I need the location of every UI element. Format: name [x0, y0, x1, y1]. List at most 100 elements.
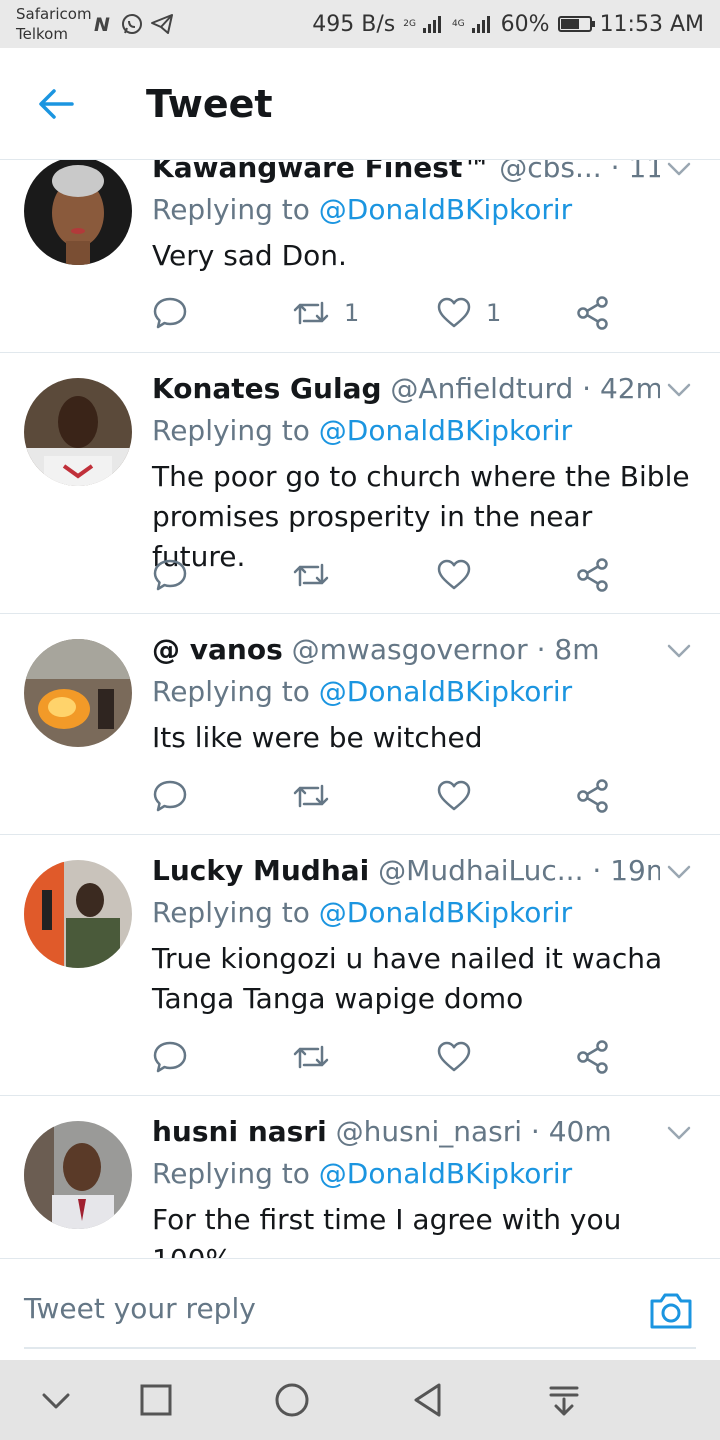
reply-button[interactable] — [152, 1037, 188, 1077]
replying-to: Replying to @DonaldBKipkorir — [152, 1156, 572, 1192]
display-name[interactable]: Kawangware Finest™ — [152, 160, 490, 184]
network-type-1: 2G — [403, 19, 416, 29]
retweet-icon — [293, 784, 329, 808]
reply-button[interactable] — [152, 555, 188, 595]
hide-nav-chevron-icon[interactable] — [36, 1380, 76, 1420]
reply-input[interactable]: Tweet your reply — [24, 1287, 624, 1331]
telegram-icon — [151, 14, 173, 34]
share-button[interactable] — [576, 293, 610, 333]
reply-icon — [153, 297, 187, 329]
share-button[interactable] — [576, 1037, 610, 1077]
mention-link[interactable]: @DonaldBKipkorir — [319, 675, 572, 708]
avatar[interactable] — [24, 1121, 132, 1229]
status-bar: Safaricom Telkom N 495 B/s 2G 4G 60% 11:… — [0, 0, 720, 48]
whatsapp-icon — [122, 14, 142, 34]
share-icon — [577, 296, 608, 330]
user-handle[interactable]: @mwasgovernor — [292, 633, 528, 666]
tweet-actions — [152, 555, 622, 595]
battery-icon — [557, 16, 595, 32]
timestamp: 19m — [610, 854, 660, 887]
replying-to-label: Replying to — [152, 896, 310, 929]
reply-feed[interactable]: Kawangware Finest™ @cbs... · 11m Replyin… — [0, 160, 720, 1258]
tweet[interactable]: Lucky Mudhai @MudhaiLuc... · 19m Replyin… — [0, 835, 720, 1096]
avatar[interactable] — [24, 639, 132, 747]
chevron-down-icon[interactable] — [664, 1118, 694, 1148]
user-handle[interactable]: @MudhaiLuc... — [378, 854, 583, 887]
display-name[interactable]: Konates Gulag — [152, 372, 382, 405]
user-handle[interactable]: @Anfieldturd — [390, 372, 573, 405]
replying-to-label: Replying to — [152, 414, 310, 447]
display-name[interactable]: Lucky Mudhai — [152, 854, 369, 887]
avatar[interactable] — [24, 860, 132, 968]
chevron-down-icon[interactable] — [664, 857, 694, 887]
heart-icon — [437, 780, 471, 811]
heart-icon — [437, 559, 471, 590]
heart-icon — [437, 1041, 471, 1072]
avatar[interactable] — [24, 160, 132, 265]
tweet-header: Konates Gulag @Anfieldturd · 42m — [152, 371, 660, 407]
reply-button[interactable] — [152, 293, 188, 333]
tweet[interactable]: @ vanos @mwasgovernor · 8m Replying to @… — [0, 614, 720, 835]
like-button[interactable] — [436, 555, 472, 595]
network-type-2: 4G — [451, 19, 465, 29]
mention-link[interactable]: @DonaldBKipkorir — [319, 1157, 572, 1190]
mention-link[interactable]: @DonaldBKipkorir — [319, 414, 572, 447]
reply-icon — [153, 1041, 187, 1073]
retweet-button[interactable]: 1 — [292, 293, 359, 333]
carrier-primary: Safaricom — [16, 5, 92, 23]
network-speed: 495 B/s — [312, 11, 396, 37]
heart-icon — [437, 297, 471, 328]
page-title: Tweet — [146, 82, 273, 126]
share-icon — [577, 558, 608, 592]
replying-to-label: Replying to — [152, 1157, 310, 1190]
recent-apps-icon[interactable] — [136, 1380, 176, 1420]
home-icon[interactable] — [272, 1380, 312, 1420]
share-button[interactable] — [576, 555, 610, 595]
tweet-actions: 1 1 — [152, 293, 622, 333]
reply-button[interactable] — [152, 776, 188, 816]
clock: 11:53 AM — [599, 11, 704, 37]
retweet-count: 1 — [344, 299, 360, 327]
replying-to-label: Replying to — [152, 675, 310, 708]
mention-link[interactable]: @DonaldBKipkorir — [319, 193, 572, 226]
display-name[interactable]: husni nasri — [152, 1115, 327, 1148]
retweet-button[interactable] — [292, 776, 330, 816]
user-handle[interactable]: @cbs... — [499, 160, 601, 184]
app-header: Tweet — [0, 48, 720, 160]
avatar[interactable] — [24, 378, 132, 486]
chevron-down-icon[interactable] — [664, 636, 694, 666]
tweet[interactable]: Kawangware Finest™ @cbs... · 11m Replyin… — [0, 160, 720, 353]
retweet-button[interactable] — [292, 555, 330, 595]
tweet[interactable]: husni nasri @husni_nasri · 40m Replying … — [0, 1096, 720, 1258]
like-button[interactable] — [436, 776, 472, 816]
tweet-header: husni nasri @husni_nasri · 40m — [152, 1114, 660, 1150]
input-underline — [24, 1347, 696, 1349]
mention-link[interactable]: @DonaldBKipkorir — [319, 896, 572, 929]
share-button[interactable] — [576, 776, 610, 816]
user-handle[interactable]: @husni_nasri — [336, 1115, 522, 1148]
chevron-down-icon[interactable] — [664, 160, 694, 184]
back-button[interactable] — [34, 82, 78, 126]
back-icon[interactable] — [408, 1380, 448, 1420]
retweet-button[interactable] — [292, 1037, 330, 1077]
camera-icon[interactable] — [648, 1287, 694, 1333]
replying-to-label: Replying to — [152, 193, 310, 226]
tweet-text-line: For the first time I agree with you — [152, 1203, 622, 1236]
timestamp: 40m — [548, 1115, 612, 1148]
battery-percent: 60% — [500, 11, 550, 37]
notification-shade-icon[interactable] — [544, 1380, 584, 1420]
timestamp: 8m — [554, 633, 600, 666]
retweet-icon — [293, 1045, 329, 1069]
like-button[interactable] — [436, 1037, 472, 1077]
reply-icon — [153, 780, 187, 812]
chevron-down-icon[interactable] — [664, 375, 694, 405]
retweet-icon — [293, 301, 329, 325]
tweet-actions — [152, 776, 622, 816]
separator: · — [610, 160, 620, 184]
tweet[interactable]: Konates Gulag @Anfieldturd · 42m Replyin… — [0, 353, 720, 614]
tweet-text-line: 100% — [152, 1240, 690, 1258]
system-nav-bar — [0, 1360, 720, 1440]
replying-to: Replying to @DonaldBKipkorir — [152, 674, 572, 710]
display-name[interactable]: @ vanos — [152, 633, 283, 666]
like-button[interactable]: 1 — [436, 293, 501, 333]
